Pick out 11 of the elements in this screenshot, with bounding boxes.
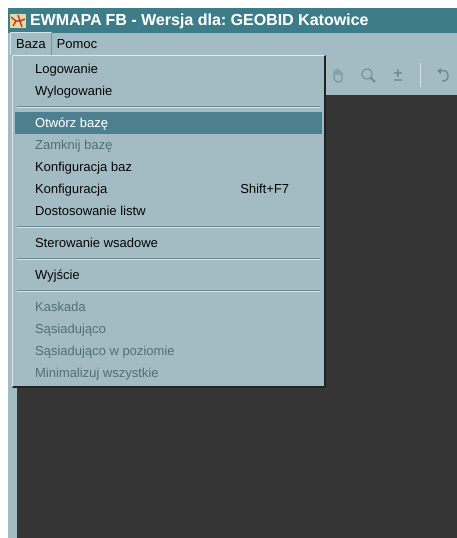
- menu-item[interactable]: Wylogowanie: [15, 80, 322, 102]
- menu-item[interactable]: Dostosowanie listw: [15, 200, 322, 222]
- menu-item[interactable]: Konfiguracja baz: [15, 156, 322, 178]
- menu-item[interactable]: Wyjście: [15, 264, 322, 286]
- menu-bar-item[interactable]: Pomoc: [52, 33, 102, 55]
- window-title: EWMAPA FB - Wersja dla: GEOBID Katowice: [30, 10, 368, 30]
- menu-item[interactable]: Logowanie: [15, 58, 322, 80]
- menu-item[interactable]: Konfiguracja Shift+F7: [15, 178, 322, 200]
- menu-item[interactable]: Sterowanie wsadowe: [15, 232, 322, 254]
- shortcut-label: Shift+F7: [240, 180, 289, 198]
- menu-item[interactable]: Otwórz bazę: [15, 112, 322, 134]
